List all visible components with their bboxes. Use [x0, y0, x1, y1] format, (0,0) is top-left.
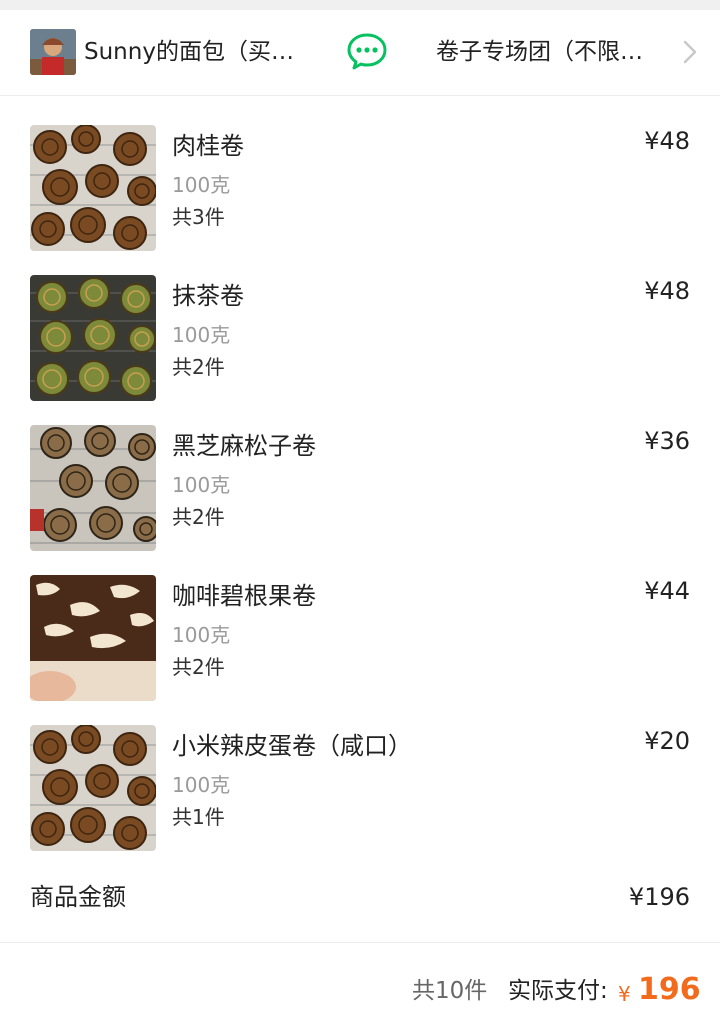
payment-footer: 共10件 实际支付: ¥ 196 — [0, 958, 720, 1018]
pay-amount: 196 — [638, 972, 701, 1007]
order-header: Sunny的面包（买… 卷子专场团（不限… — [0, 10, 720, 96]
black-sesame-roll-photo[interactable] — [30, 425, 156, 551]
item-name: 小米辣皮蛋卷（咸口） — [172, 732, 412, 760]
item-name: 肉桂卷 — [172, 132, 244, 160]
item-price: ¥44 — [644, 577, 690, 605]
item-price: ¥48 — [644, 127, 690, 155]
item-quantity: 共2件 — [172, 355, 225, 379]
item-spec: 100克 — [172, 773, 231, 797]
item-quantity: 共3件 — [172, 205, 225, 229]
item-name: 黑芝麻松子卷 — [172, 432, 316, 460]
shop-name[interactable]: Sunny的面包（买… — [84, 36, 314, 68]
coffee-pecan-roll-photo[interactable] — [30, 575, 156, 701]
order-item[interactable]: 咖啡碧根果卷 100克 共2件 ¥44 — [0, 575, 720, 725]
item-quantity: 共2件 — [172, 655, 225, 679]
pay-label: 实际支付: — [508, 978, 608, 1004]
order-item[interactable]: 黑芝麻松子卷 100克 共2件 ¥36 — [0, 425, 720, 575]
order-item[interactable]: 抹茶卷 100克 共2件 ¥48 — [0, 275, 720, 425]
item-spec: 100克 — [172, 323, 231, 347]
pay-currency: ¥ — [618, 982, 631, 1006]
item-name: 咖啡碧根果卷 — [172, 582, 316, 610]
item-price: ¥36 — [644, 427, 690, 455]
item-quantity: 共1件 — [172, 805, 225, 829]
subtotal-value: ¥196 — [628, 883, 690, 911]
subtotal-label: 商品金额 — [30, 883, 126, 911]
item-quantity: 共2件 — [172, 505, 225, 529]
group-name[interactable]: 卷子专场团（不限… — [436, 36, 666, 68]
chevron-right-icon[interactable] — [680, 38, 700, 66]
total-count: 共10件 — [412, 978, 488, 1004]
item-spec: 100克 — [172, 473, 231, 497]
order-item[interactable]: 小米辣皮蛋卷（咸口） 100克 共1件 ¥20 — [0, 725, 720, 875]
item-name: 抹茶卷 — [172, 282, 244, 310]
matcha-roll-photo[interactable] — [30, 275, 156, 401]
item-price: ¥20 — [644, 727, 690, 755]
item-spec: 100克 — [172, 173, 231, 197]
subtotal-row: 商品金额 ¥196 — [0, 876, 720, 916]
shop-avatar[interactable] — [30, 29, 76, 75]
item-price: ¥48 — [644, 277, 690, 305]
item-spec: 100克 — [172, 623, 231, 647]
top-strip — [0, 0, 720, 10]
footer-divider — [0, 942, 720, 943]
chili-egg-roll-photo[interactable] — [30, 725, 156, 851]
wechat-icon[interactable] — [346, 32, 388, 70]
order-item[interactable]: 肉桂卷 100克 共3件 ¥48 — [0, 125, 720, 275]
cinnamon-roll-photo[interactable] — [30, 125, 156, 251]
